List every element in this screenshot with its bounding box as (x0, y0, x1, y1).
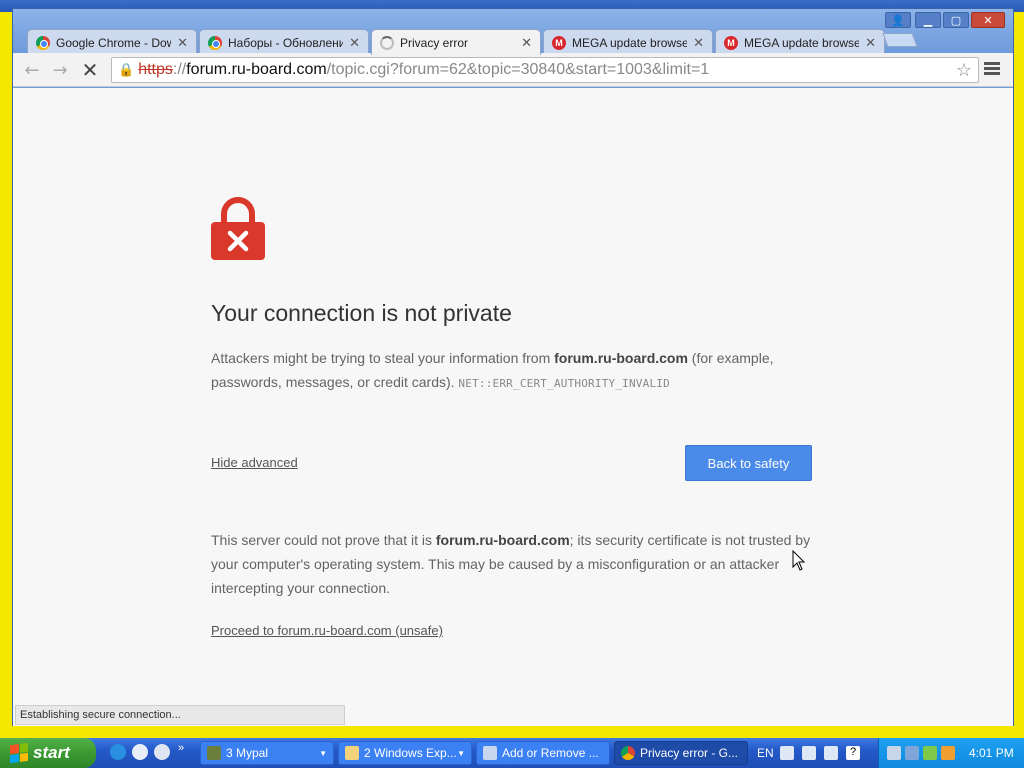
task-label: 2 Windows Exp... (364, 746, 457, 760)
close-icon[interactable]: ✕ (693, 35, 704, 51)
tab-google-chrome-download[interactable]: Google Chrome - Downlo ✕ (27, 29, 197, 55)
start-label: start (33, 743, 70, 762)
tab-nabory[interactable]: Наборы - Обновление - ✕ (199, 29, 369, 55)
tab-strip: Google Chrome - Downlo ✕ Наборы - Обновл… (13, 9, 1013, 55)
network-icon[interactable] (887, 746, 901, 760)
close-window-button[interactable]: ✕ (971, 12, 1005, 28)
language-bar-icon[interactable] (824, 746, 838, 760)
back-arrow-icon[interactable]: ← (21, 59, 43, 81)
task-label: Add or Remove ... (502, 746, 599, 760)
desc-host: forum.ru-board.com (554, 350, 688, 366)
maximize-button[interactable]: ▢ (943, 12, 969, 28)
tab-mega-update-1[interactable]: M MEGA update browser ✕ (543, 29, 713, 55)
red-lock-icon (211, 197, 265, 260)
taskbar: start » 3 Mypal ▼ 2 Windows Exp... ▼ Add… (0, 738, 1024, 768)
minimize-button[interactable]: ▁ (915, 12, 941, 28)
profile-icon[interactable]: 👤 (885, 12, 911, 28)
broken-lock-icon[interactable]: 🔒 (118, 62, 134, 78)
keyboard-icon[interactable] (780, 746, 794, 760)
chrome-menu-icon[interactable] (984, 62, 1000, 78)
windows-flag-icon (10, 742, 28, 764)
chrome-icon (621, 746, 635, 760)
media-player-icon[interactable] (154, 744, 170, 760)
new-tab-button[interactable] (882, 33, 918, 47)
details-host: forum.ru-board.com (435, 532, 570, 548)
network-connection-icon[interactable] (905, 746, 919, 760)
task-label: Privacy error - G... (640, 746, 739, 760)
tab-mega-update-2[interactable]: M MEGA update browser ✕ (715, 29, 885, 55)
warning-description: Attackers might be trying to steal your … (211, 346, 801, 396)
hide-advanced-link[interactable]: Hide advanced (211, 455, 298, 470)
tab-title: Наборы - Обновление - (228, 35, 344, 50)
close-icon[interactable]: ✕ (521, 35, 532, 51)
advanced-details: This server could not prove that it is f… (211, 528, 821, 600)
task-privacy-error-chrome[interactable]: Privacy error - G... (614, 741, 748, 765)
help-icon[interactable]: ? (846, 746, 860, 760)
internet-explorer-icon[interactable] (110, 744, 126, 760)
close-icon[interactable]: ✕ (865, 35, 876, 51)
tab-title: Google Chrome - Downlo (56, 35, 172, 50)
interstitial-page: Your connection is not private Attackers… (13, 88, 1013, 726)
address-bar[interactable]: 🔒 https :// forum.ru-board.com /topic.cg… (111, 57, 979, 83)
add-remove-programs-icon (483, 746, 497, 760)
url-host: forum.ru-board.com (186, 61, 327, 78)
dropdown-arrow-icon: ▼ (319, 748, 327, 758)
task-windows-explorer[interactable]: 2 Windows Exp... ▼ (338, 741, 472, 765)
task-mypal[interactable]: 3 Mypal ▼ (200, 741, 334, 765)
tab-title: Privacy error (400, 35, 469, 50)
close-icon[interactable]: ✕ (177, 35, 188, 51)
security-shield-icon[interactable] (923, 746, 937, 760)
tab-title: MEGA update browser (744, 35, 860, 50)
mypal-icon (207, 746, 221, 760)
close-icon[interactable]: ✕ (349, 35, 360, 51)
pen-icon[interactable] (802, 746, 816, 760)
mouse-cursor-icon (792, 550, 806, 571)
tab-title: MEGA update browser (572, 35, 688, 50)
loading-spinner-icon (380, 35, 394, 50)
task-label: 3 Mypal (226, 746, 269, 760)
url-scheme: https (138, 61, 173, 78)
quicklaunch-chevron-icon[interactable]: » (178, 742, 184, 754)
language-indicator[interactable]: EN (757, 746, 774, 760)
back-to-safety-button[interactable]: Back to safety (685, 445, 812, 481)
task-add-remove[interactable]: Add or Remove ... (476, 741, 610, 765)
status-bubble: Establishing secure connection... (15, 705, 345, 725)
url-path: /topic.cgi?forum=62&topic=30840&start=10… (326, 61, 710, 78)
url-separator: :// (172, 61, 187, 78)
chrome-icon (36, 35, 50, 50)
forward-arrow-icon[interactable]: → (49, 59, 71, 81)
chrome-icon (208, 35, 222, 50)
desc-text: Attackers might be trying to steal your … (211, 350, 555, 366)
system-tray: 4:01 PM (878, 738, 1024, 768)
error-code[interactable]: NET::ERR_CERT_AUTHORITY_INVALID (458, 377, 670, 390)
proceed-unsafe-link[interactable]: Proceed to forum.ru-board.com (unsafe) (211, 623, 443, 638)
tab-privacy-error[interactable]: Privacy error ✕ (371, 29, 541, 55)
page-title: Your connection is not private (211, 300, 512, 326)
clock[interactable]: 4:01 PM (969, 746, 1014, 760)
dropdown-arrow-icon: ▼ (457, 748, 465, 758)
desktop-icon[interactable] (132, 744, 148, 760)
mega-icon: M (552, 35, 566, 50)
bookmark-star-icon[interactable]: ☆ (956, 60, 972, 81)
chrome-window: Google Chrome - Downlo ✕ Наборы - Обновл… (12, 8, 1014, 726)
browser-toolbar: ← → ✕ 🔒 https :// forum.ru-board.com /to… (13, 53, 1013, 87)
start-button[interactable]: start (0, 738, 96, 768)
mega-icon: M (724, 35, 738, 50)
details-text: This server could not prove that it is (211, 532, 436, 548)
folder-icon (345, 746, 359, 760)
stop-loading-icon[interactable]: ✕ (79, 58, 101, 82)
search-icon[interactable] (941, 746, 955, 760)
